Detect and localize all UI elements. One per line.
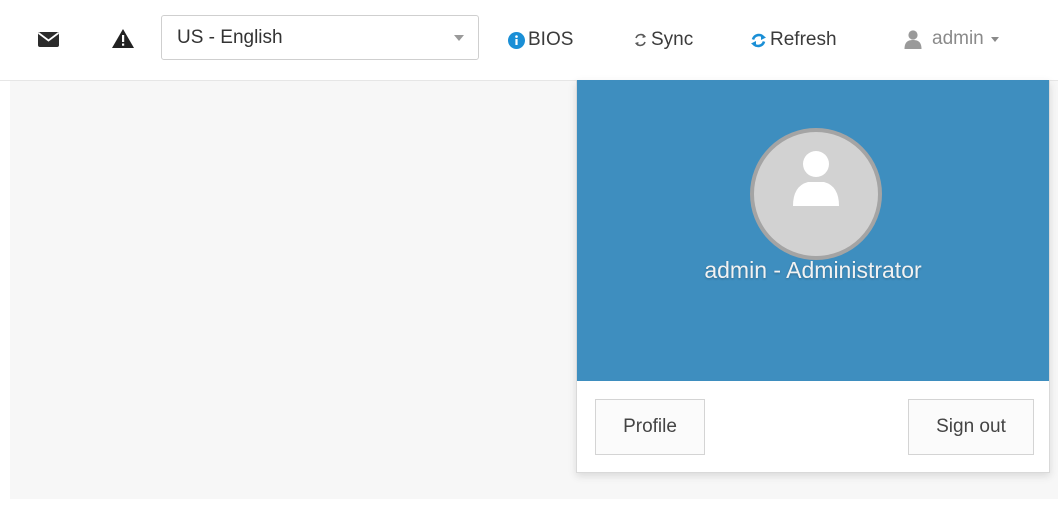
avatar xyxy=(750,128,882,260)
sign-out-button-label: Sign out xyxy=(936,416,1006,437)
language-select[interactable]: US - English xyxy=(161,15,479,60)
user-header: admin - Administrator xyxy=(577,80,1049,381)
sync-label: Sync xyxy=(651,29,694,50)
bios-link[interactable]: BIOS xyxy=(508,27,573,53)
user-menu-label: admin xyxy=(932,28,984,49)
user-icon xyxy=(904,29,922,49)
caret-down-icon xyxy=(990,36,999,42)
refresh-label: Refresh xyxy=(770,29,837,50)
chevron-down-icon xyxy=(454,35,464,41)
top-navbar: US - English BIOS Sync Refresh admin xyxy=(0,0,1058,81)
language-select-value: US - English xyxy=(177,26,283,48)
bios-label: BIOS xyxy=(528,29,574,50)
sync-icon xyxy=(633,32,648,48)
warning-triangle-icon[interactable] xyxy=(111,27,135,49)
refresh-icon xyxy=(750,32,767,49)
user-menu-toggle[interactable]: admin xyxy=(904,26,999,52)
refresh-link[interactable]: Refresh xyxy=(750,27,837,53)
profile-button[interactable]: Profile xyxy=(595,399,705,455)
sign-out-button[interactable]: Sign out xyxy=(908,399,1034,455)
user-dropdown-menu: admin - Administrator Profile Sign out xyxy=(576,80,1050,473)
envelope-icon[interactable] xyxy=(36,28,60,50)
info-circle-icon xyxy=(508,31,525,49)
sync-link[interactable]: Sync xyxy=(633,27,693,53)
profile-button-label: Profile xyxy=(623,416,677,437)
user-title: admin - Administrator xyxy=(704,257,922,283)
